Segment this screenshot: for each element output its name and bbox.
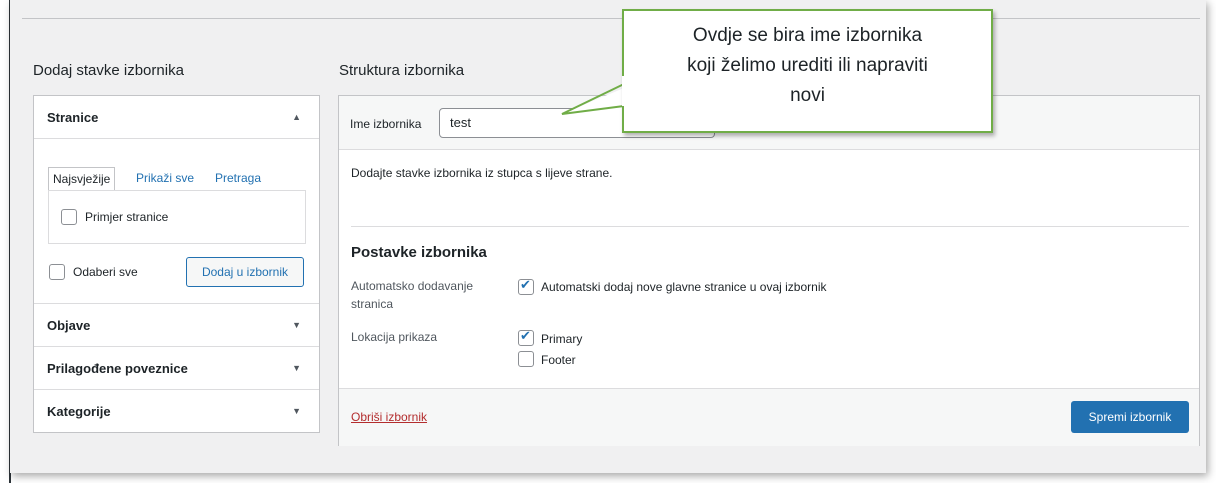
page-checkbox[interactable] [61, 209, 77, 225]
section-title: Prilagođene poveznice [47, 361, 188, 376]
callout-line-3: novi [790, 85, 825, 106]
tab-view-all[interactable]: Prikaži sve [136, 167, 194, 189]
menu-structure-heading: Struktura izbornika [339, 62, 465, 79]
top-divider [22, 18, 1200, 19]
callout-pointer-mask [622, 76, 628, 106]
save-menu-button[interactable]: Spremi izbornik [1071, 401, 1189, 433]
chevron-down-icon: ▼ [292, 406, 301, 416]
menu-items-accordion: Stranice ▲ Najsvježije Prikaži sve Pretr… [33, 95, 320, 433]
callout-line-1: Ovdje se bira ime izbornika [692, 25, 923, 46]
menu-settings-heading: Postavke izbornika [351, 244, 487, 261]
section-posts-header[interactable]: Objave ▼ [34, 304, 319, 347]
location-footer-checkbox[interactable] [518, 351, 534, 367]
location-footer-label: Footer [541, 353, 576, 367]
checkmark-icon: ✔ [520, 277, 531, 292]
auto-add-checkbox[interactable]: ✔ [518, 277, 534, 295]
add-to-menu-button[interactable]: Dodaj u izbornik [186, 257, 304, 287]
location-primary-checkbox[interactable]: ✔ [518, 328, 534, 346]
checkmark-icon: ✔ [520, 328, 531, 343]
section-title: Stranice [47, 110, 99, 125]
auto-add-label-line2: stranica [351, 297, 394, 311]
auto-add-label-line1: Automatsko dodavanje [351, 279, 474, 293]
section-custom-links-header[interactable]: Prilagođene poveznice ▼ [34, 347, 319, 390]
menu-name-value: test [450, 115, 471, 130]
chevron-down-icon: ▼ [292, 363, 301, 373]
tab-search[interactable]: Pretraga [215, 167, 261, 189]
divider [351, 226, 1189, 227]
pages-list: Primjer stranice [48, 190, 306, 244]
auto-add-option-label: Automatski dodaj nove glavne stranice u … [541, 280, 827, 294]
callout-text: Ovdje se bira ime izbornika koji želimo … [624, 21, 991, 111]
chevron-up-icon: ▲ [292, 112, 301, 122]
location-primary-label: Primary [541, 332, 583, 346]
page-item-label: Primjer stranice [85, 210, 169, 224]
instructions-text: Dodajte stavke izbornika iz stupca s lij… [351, 166, 613, 180]
menu-footer-bar: Obriši izbornik Spremi izbornik [339, 388, 1199, 446]
location-label: Lokacija prikaza [351, 330, 438, 344]
delete-menu-link[interactable]: Obriši izbornik [351, 410, 427, 424]
menu-structure-panel: Ime izbornika test Dodajte stavke izborn… [338, 95, 1200, 446]
callout-box: Ovdje se bira ime izbornika koji želimo … [622, 9, 993, 133]
select-all-label: Odaberi sve [73, 265, 138, 279]
callout-line-2: koji želimo urediti ili napraviti [687, 55, 928, 76]
section-pages-body: Najsvježije Prikaži sve Pretraga Primjer… [34, 139, 319, 304]
section-pages-header[interactable]: Stranice ▲ [34, 96, 319, 139]
add-items-heading: Dodaj stavke izbornika [33, 62, 184, 79]
chevron-down-icon: ▼ [292, 320, 301, 330]
section-title: Objave [47, 318, 91, 333]
section-title: Kategorije [47, 404, 111, 419]
section-categories-header[interactable]: Kategorije ▼ [34, 390, 319, 432]
menu-name-label: Ime izbornika [350, 117, 422, 131]
tab-latest[interactable]: Najsvježije [48, 167, 116, 192]
select-all-checkbox[interactable] [49, 264, 65, 280]
